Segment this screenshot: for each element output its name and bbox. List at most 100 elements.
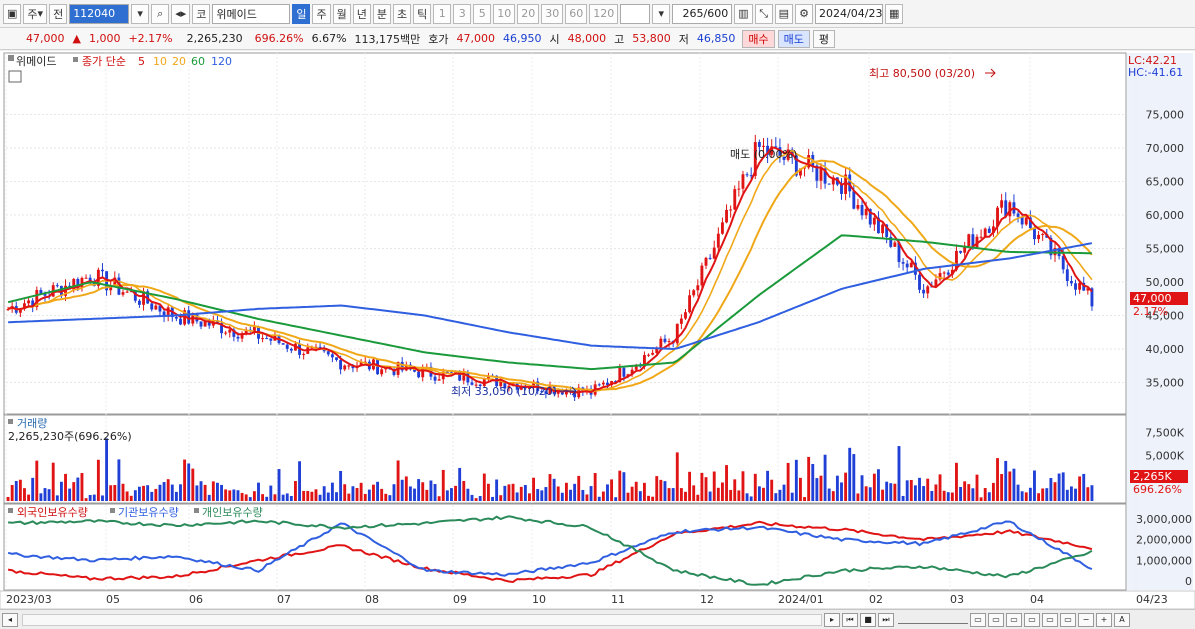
volume-bar bbox=[573, 483, 577, 501]
volume-bar bbox=[819, 475, 823, 501]
zoom-slider[interactable] bbox=[898, 616, 968, 624]
volume-bar bbox=[445, 490, 449, 501]
period-day[interactable]: 일 bbox=[292, 3, 311, 24]
period-month[interactable]: 월 bbox=[332, 3, 351, 24]
x-tick-label: 12 bbox=[700, 593, 714, 606]
custom-interval-input[interactable] bbox=[620, 3, 651, 24]
horizontal-scrollbar[interactable] bbox=[22, 613, 822, 626]
search-icon[interactable]: ⌕ bbox=[151, 3, 170, 24]
holdings-tick-label: 1,000,000 bbox=[1136, 554, 1192, 567]
volume-bar bbox=[737, 490, 741, 501]
interval-5[interactable]: 5 bbox=[473, 3, 492, 24]
layout3-icon[interactable]: ▭ bbox=[1006, 612, 1022, 627]
x-tick-label: 11 bbox=[611, 593, 625, 606]
settings-icon[interactable]: ⚙ bbox=[795, 3, 814, 24]
volume-square-icon bbox=[8, 419, 13, 424]
candle-body bbox=[380, 369, 384, 375]
stock-code-input[interactable]: 112040 bbox=[69, 3, 130, 24]
interval-20[interactable]: 20 bbox=[517, 3, 540, 24]
zoom-in-icon[interactable]: + bbox=[1096, 612, 1112, 627]
font-icon[interactable]: A bbox=[1114, 612, 1130, 627]
volume-bar bbox=[396, 460, 400, 501]
first-icon[interactable]: ⏮ bbox=[842, 612, 858, 627]
zoom-out-icon[interactable]: − bbox=[1078, 612, 1094, 627]
interval-dropdown-icon[interactable]: ▾ bbox=[652, 3, 671, 24]
volume-bar bbox=[339, 470, 343, 501]
volume-bar bbox=[762, 487, 765, 501]
bottom-bar: ◂ ▸ ⏮ ■ ⏭ ▭ ▭ ▭ ▭ ▭ ▭ − + A bbox=[0, 609, 1195, 629]
volume-bar bbox=[704, 477, 708, 501]
candle-body bbox=[622, 367, 626, 377]
window-icon[interactable]: ▣ bbox=[3, 3, 22, 24]
draw-tool-icon[interactable]: ⤡ bbox=[754, 3, 773, 24]
period-year[interactable]: 년 bbox=[352, 3, 371, 24]
volume-bar bbox=[1090, 485, 1094, 501]
chart-type-icon[interactable]: ▥ bbox=[734, 3, 753, 24]
interval-10[interactable]: 10 bbox=[493, 3, 516, 24]
scroll-left-icon[interactable]: ◂ bbox=[2, 612, 18, 627]
date-field[interactable]: 2024/04/23 bbox=[815, 3, 884, 24]
volume-bar bbox=[622, 472, 626, 501]
volume-bar bbox=[515, 492, 519, 501]
market-button[interactable]: 코 bbox=[192, 3, 211, 24]
layout-icon[interactable]: ▭ bbox=[970, 612, 986, 627]
sell-button[interactable]: 매도 bbox=[777, 29, 810, 48]
volume-bar bbox=[289, 495, 293, 501]
volume-tag-pct: 696.26% bbox=[1133, 483, 1182, 496]
stop-icon[interactable]: ■ bbox=[860, 612, 876, 627]
interval-120[interactable]: 120 bbox=[589, 3, 619, 24]
low-price: 46,850 bbox=[696, 32, 736, 45]
chart-svg[interactable]: 35,00040,00045,00050,00055,00060,00065,0… bbox=[0, 51, 1195, 610]
volume-bar bbox=[207, 494, 211, 501]
prev-button[interactable]: 전 bbox=[49, 3, 68, 24]
x-axis-bar bbox=[0, 590, 1195, 610]
period-week[interactable]: 주 bbox=[312, 3, 331, 24]
speaker-icon[interactable]: ◂▸ bbox=[171, 3, 191, 24]
volume-bar bbox=[158, 484, 162, 501]
save-icon[interactable]: ▤ bbox=[774, 3, 794, 24]
table-icon[interactable] bbox=[8, 70, 22, 83]
stock-name-field[interactable]: 위메이드 bbox=[212, 3, 291, 24]
layout5-icon[interactable]: ▭ bbox=[1042, 612, 1058, 627]
last-icon[interactable]: ⏭ bbox=[878, 612, 894, 627]
volume-bar bbox=[236, 490, 240, 501]
volume-bar bbox=[228, 490, 232, 501]
volume-bar bbox=[10, 485, 14, 501]
candle-body bbox=[856, 205, 860, 209]
volume-bar bbox=[43, 488, 47, 501]
volume-bar bbox=[922, 486, 926, 501]
volume-bar bbox=[55, 495, 59, 501]
volume-bar bbox=[626, 492, 630, 501]
scroll-right-icon[interactable]: ▸ bbox=[824, 612, 840, 627]
calendar-icon[interactable]: ▦ bbox=[885, 3, 904, 24]
interval-1[interactable]: 1 bbox=[433, 3, 452, 24]
volume-bar bbox=[1012, 468, 1016, 501]
period-second[interactable]: 초 bbox=[392, 3, 412, 24]
period-minute[interactable]: 분 bbox=[372, 3, 391, 24]
buy-button[interactable]: 매수 bbox=[742, 29, 775, 48]
volume-bar bbox=[581, 489, 585, 501]
interval-30[interactable]: 30 bbox=[541, 3, 564, 24]
candle-body bbox=[704, 257, 708, 266]
layout2-icon[interactable]: ▭ bbox=[988, 612, 1004, 627]
chart-area[interactable]: 35,000 40,000 45,000 50,000 55,000 60,000 65,0… bbox=[0, 51, 1195, 610]
candle-body bbox=[979, 236, 983, 238]
candle-body bbox=[651, 352, 655, 355]
interval-3[interactable]: 3 bbox=[453, 3, 472, 24]
mode-select[interactable]: 주 ▾ bbox=[23, 3, 48, 24]
volume-bar bbox=[240, 492, 244, 501]
layout4-icon[interactable]: ▭ bbox=[1024, 612, 1040, 627]
volume-bar bbox=[606, 484, 609, 501]
count-field[interactable]: 265/600 bbox=[672, 3, 733, 24]
interval-60[interactable]: 60 bbox=[565, 3, 588, 24]
volume-bar bbox=[597, 496, 601, 501]
eval-button[interactable]: 평 bbox=[812, 29, 836, 48]
volume-bar bbox=[195, 485, 199, 501]
dropdown-icon[interactable]: ▾ bbox=[131, 3, 150, 24]
candle-body bbox=[721, 222, 724, 234]
layout6-icon[interactable]: ▭ bbox=[1060, 612, 1076, 627]
period-tick[interactable]: 틱 bbox=[413, 3, 432, 24]
candle-body bbox=[684, 312, 687, 319]
volume-bar bbox=[59, 481, 63, 501]
volume-bar bbox=[388, 495, 392, 501]
